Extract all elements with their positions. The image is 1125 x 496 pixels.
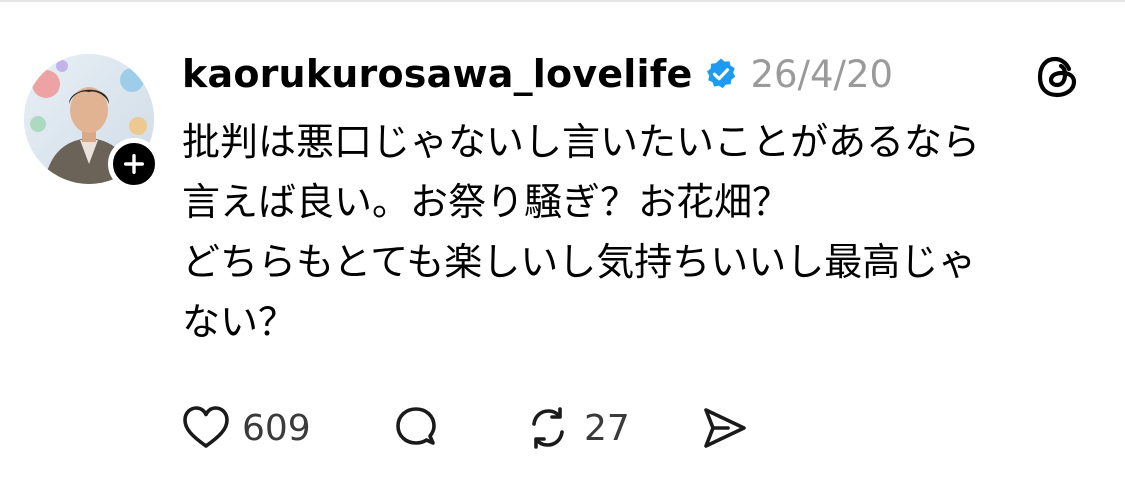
like-button[interactable]: 609: [180, 402, 390, 454]
post-header: kaorukurosawa_lovelife 26/4/20: [182, 46, 893, 102]
post-body: 批判は悪口じゃないし言いたいことがあるなら 言えば良い。お祭り騒ぎ？お花畑？ ど…: [182, 112, 1102, 352]
repost-icon: [532, 407, 564, 449]
comment-button[interactable]: [390, 402, 522, 454]
repost-button[interactable]: 27: [522, 402, 698, 454]
post-body-line: 批判は悪口じゃないし言いたいことがあるなら: [182, 120, 981, 164]
like-count: 609: [242, 407, 311, 449]
plus-icon: [124, 154, 144, 174]
post-body-line: どちらもとても楽しいし気持ちいいし最高じゃ: [182, 240, 977, 284]
share-button[interactable]: [698, 402, 750, 454]
post-actions: 609 27: [180, 398, 750, 458]
verified-badge-icon: [704, 57, 738, 91]
threads-logo-icon[interactable]: [1033, 52, 1083, 102]
follow-button[interactable]: [108, 138, 160, 190]
thread-post: kaorukurosawa_lovelife 26/4/20 批判は悪口じゃない…: [0, 0, 1125, 496]
post-body-line: 言えば良い。お祭り騒ぎ？お花畑？: [182, 180, 791, 224]
avatar-container[interactable]: [24, 54, 160, 190]
comment-bubble-icon: [396, 407, 436, 445]
post-timestamp: 26/4/20: [750, 52, 894, 96]
heart-icon: [183, 406, 229, 448]
send-icon: [704, 408, 746, 448]
username[interactable]: kaorukurosawa_lovelife: [182, 52, 692, 96]
post-body-line: ない？: [182, 300, 297, 344]
repost-count: 27: [584, 407, 630, 449]
